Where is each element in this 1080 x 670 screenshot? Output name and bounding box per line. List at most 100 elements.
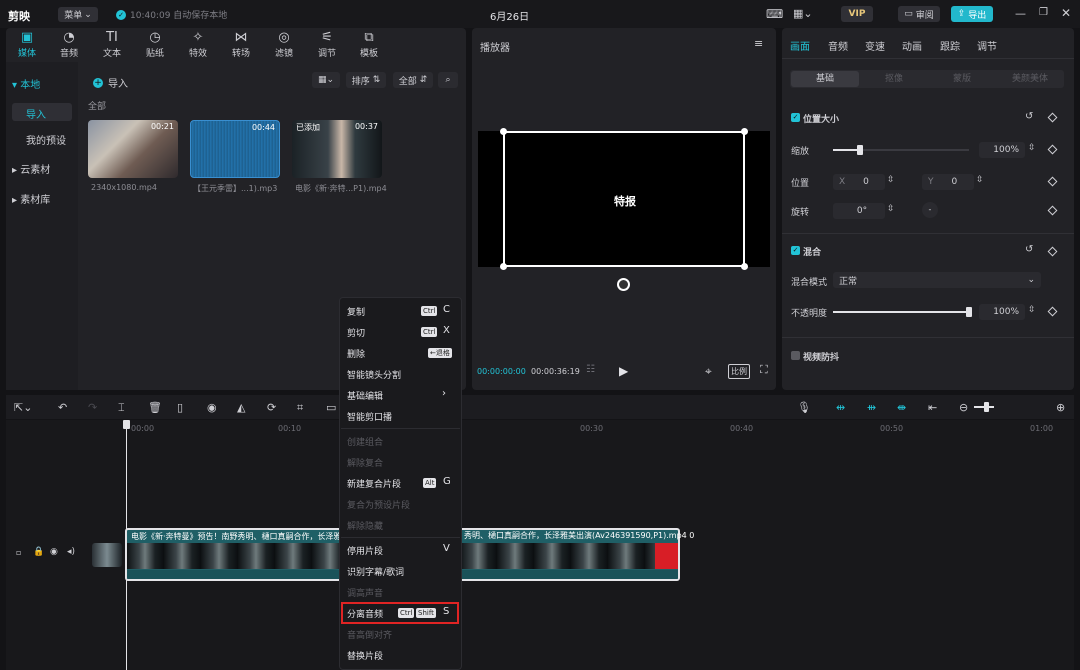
track-mute-icon[interactable]: ◂) (67, 547, 75, 557)
vip-button[interactable]: VIP (841, 6, 873, 22)
cursor-select-icon[interactable]: ⇱⌄ (14, 401, 32, 414)
menu-basic-edit[interactable]: 基础编辑 (347, 389, 383, 402)
stabilize-checkbox[interactable] (791, 351, 800, 360)
blend-checkbox[interactable]: ✓ (791, 246, 800, 255)
snapshot-icon[interactable]: ⌖ (705, 364, 712, 379)
close-icon[interactable]: ✕ (1061, 6, 1071, 20)
tab-adjust[interactable]: 调节 (977, 38, 997, 53)
opacity-field[interactable]: 100% (979, 304, 1025, 320)
rotate-handle-icon[interactable] (617, 278, 630, 291)
auto-snap-icon[interactable]: ⇻ (867, 401, 876, 414)
zoom-fit-icon[interactable]: ⊕ (1056, 401, 1065, 414)
freeze-frame-icon[interactable]: ▯ (177, 401, 183, 414)
subtab-mask[interactable]: 蒙版 (928, 71, 996, 87)
tool-effects[interactable]: ✧ 特效 (181, 30, 215, 59)
pos-x-stepper-icon[interactable]: ⇳ (887, 175, 895, 185)
scale-slider-knob[interactable] (857, 145, 863, 155)
scale-slider[interactable] (833, 145, 969, 155)
filter-all-button[interactable]: 全部 ⇵ (393, 72, 433, 88)
resize-handle[interactable] (741, 263, 748, 270)
zoom-slider-knob[interactable] (984, 402, 989, 412)
scale-field[interactable]: 100% (979, 142, 1025, 158)
subtab-basic[interactable]: 基础 (791, 71, 859, 87)
playhead-handle[interactable] (123, 420, 130, 429)
sidebar-item-import[interactable]: 导入 (12, 103, 72, 121)
layout-icon[interactable]: ▦⌄ (793, 7, 813, 20)
menu-replace-clip[interactable]: 替换片段 (347, 649, 383, 662)
timeline-list-icon[interactable]: ☷ (586, 364, 595, 375)
tab-audio[interactable]: 音频 (828, 38, 848, 53)
play-icon[interactable]: ▶ (619, 364, 628, 378)
crop-icon[interactable]: ⌗ (297, 401, 303, 415)
tool-transition[interactable]: ⋈ 转场 (224, 30, 258, 59)
sidebar-item-cloud[interactable]: ▸ 云素材 (12, 161, 50, 176)
cover-thumbnail[interactable] (92, 543, 122, 567)
keyboard-icon[interactable]: ⌨ (766, 7, 783, 21)
media-item-video[interactable]: 已添加 00:37 (292, 120, 382, 178)
tab-speed[interactable]: 变速 (865, 38, 885, 53)
fullscreen-icon[interactable]: ⛶ (760, 363, 768, 377)
sort-button[interactable]: 排序 ⇅ (346, 72, 386, 88)
position-y-field[interactable]: Y0 (922, 174, 974, 190)
resize-handle[interactable] (500, 263, 507, 270)
view-toggle-button[interactable]: ▦⌄ (312, 72, 340, 88)
linkage-icon[interactable]: ⇼ (897, 401, 906, 414)
reset-icon[interactable]: ↺ (1025, 244, 1033, 255)
main-track-link-icon[interactable]: ⇹ (836, 401, 845, 414)
menu-separate-audio[interactable]: 分离音频 (347, 607, 383, 620)
player-menu-icon[interactable]: ≡ (754, 37, 763, 50)
track-visibility-icon[interactable]: ◉ (50, 547, 58, 557)
track-lock-icon[interactable]: 🔒 (33, 547, 44, 557)
maximize-icon[interactable]: ❐ (1039, 7, 1048, 18)
rotate-icon[interactable]: ⟳ (267, 401, 276, 414)
media-item-audio[interactable]: 00:44 (190, 120, 280, 178)
scale-stepper-icon[interactable]: ⇳ (1028, 143, 1036, 153)
menu-ungroup[interactable]: 解除复合 (347, 456, 383, 469)
menu-smart-cut[interactable]: 智能剪口播 (347, 410, 392, 423)
position-size-checkbox[interactable]: ✓ (791, 113, 800, 122)
menu-disable-clip[interactable]: 停用片段 (347, 544, 383, 557)
reset-icon[interactable]: ↺ (1025, 111, 1033, 122)
menu-create-group[interactable]: 创建组合 (347, 435, 383, 448)
menu-pitch-align[interactable]: 音高倒对齐 (347, 628, 392, 641)
menu-compound-preset[interactable]: 复合为预设片段 (347, 498, 410, 511)
export-button[interactable]: ⇪ 导出 (951, 6, 993, 22)
mirror-icon[interactable]: ◭ (237, 401, 245, 414)
position-x-field[interactable]: X0 (833, 174, 885, 190)
menu-smart-scene-split[interactable]: 智能镜头分割 (347, 368, 401, 381)
minimize-icon[interactable]: — (1015, 7, 1026, 20)
menu-copy[interactable]: 复制 (347, 305, 365, 318)
tab-picture[interactable]: 画面 (790, 38, 810, 53)
opacity-stepper-icon[interactable]: ⇳ (1028, 305, 1036, 315)
menu-button[interactable]: 菜单 ⌄ (58, 7, 98, 22)
track-cover-icon[interactable]: ▫ (16, 548, 21, 557)
tool-sticker[interactable]: ◷ 贴纸 (138, 30, 172, 59)
tab-tracking[interactable]: 跟踪 (940, 38, 960, 53)
playhead[interactable] (126, 425, 127, 670)
sidebar-item-presets[interactable]: 我的预设 (26, 132, 66, 147)
rotate-stepper-icon[interactable]: ⇳ (887, 204, 895, 214)
tool-filter[interactable]: ◎ 滤镜 (267, 30, 301, 59)
tool-audio[interactable]: ◔ 音频 (52, 30, 86, 59)
opacity-slider[interactable] (833, 307, 972, 317)
menu-unhide[interactable]: 解除隐藏 (347, 519, 383, 532)
review-button[interactable]: ▭ 审阅 (898, 6, 940, 22)
tool-adjust[interactable]: ⚟ 调节 (310, 30, 344, 59)
tab-animation[interactable]: 动画 (902, 38, 922, 53)
ratio-button[interactable]: 比例 (728, 364, 750, 379)
media-item-image[interactable]: 00:21 (88, 120, 178, 178)
subtab-matting[interactable]: 抠像 (860, 71, 928, 87)
blend-mode-select[interactable]: 正常 ⌄ (833, 272, 1041, 288)
import-button[interactable]: + 导入 (93, 75, 128, 90)
rotate-dial-icon[interactable]: - (922, 202, 938, 218)
tool-template[interactable]: ⧉ 模板 (352, 30, 386, 59)
rotate-field[interactable]: 0° (833, 203, 885, 219)
pos-y-stepper-icon[interactable]: ⇳ (976, 175, 984, 185)
opacity-slider-knob[interactable] (966, 307, 972, 317)
redo-icon[interactable]: ↷ (88, 401, 97, 414)
undo-icon[interactable]: ↶ (58, 401, 67, 414)
menu-new-compound[interactable]: 新建复合片段 (347, 477, 401, 490)
tool-text[interactable]: TI 文本 (95, 30, 129, 59)
menu-recognize-subtitles[interactable]: 识别字幕/歌词 (347, 565, 404, 578)
resize-handle[interactable] (500, 128, 507, 135)
